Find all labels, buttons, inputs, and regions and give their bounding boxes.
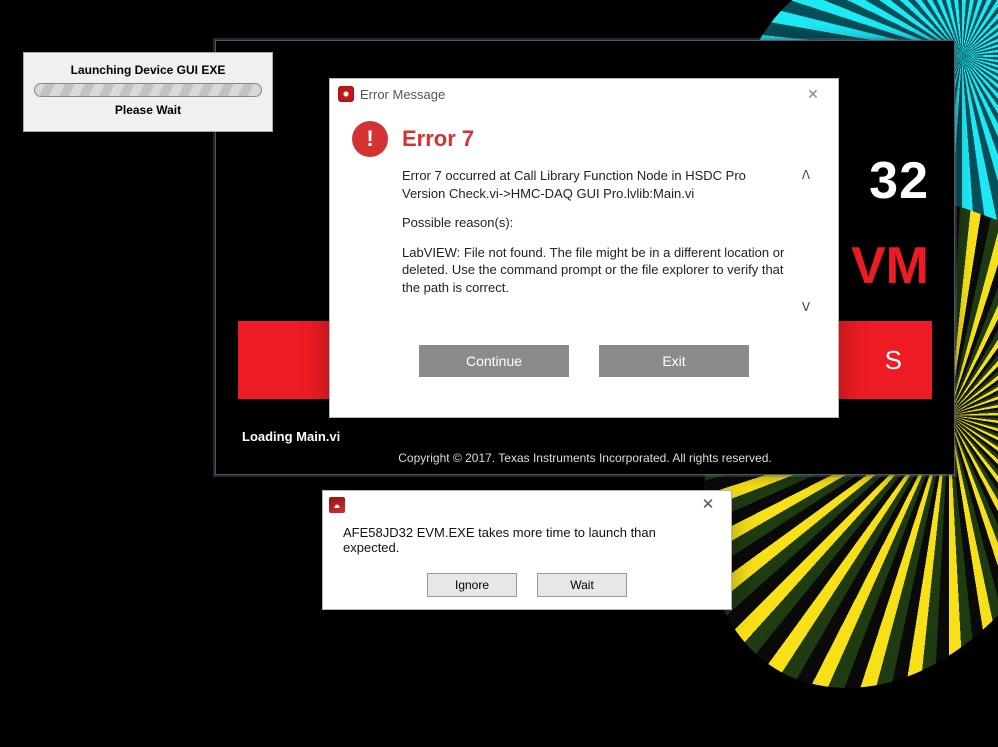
error-icon: ! [352, 121, 388, 157]
error-para-3: LabVIEW: File not found. The file might … [402, 244, 792, 297]
loading-status: Loading Main.vi [242, 429, 340, 444]
wait-button[interactable]: Wait [537, 573, 627, 597]
error-para-2: Possible reason(s): [402, 214, 792, 232]
error-message-text: Error 7 occurred at Call Library Functio… [402, 167, 792, 315]
app-icon [329, 497, 345, 513]
scroll-down-icon[interactable]: ᐯ [798, 299, 814, 315]
banner-text-partial: S [885, 345, 902, 376]
error-para-1: Error 7 occurred at Call Library Functio… [402, 167, 792, 202]
product-title-partial: 32 [869, 151, 929, 211]
timeout-titlebar[interactable]: ✕ [323, 491, 731, 519]
close-icon[interactable]: ✕ [691, 494, 725, 516]
close-icon[interactable]: ✕ [796, 83, 830, 105]
launching-title: Launching Device GUI EXE [24, 63, 272, 77]
error-heading: Error 7 [402, 126, 474, 152]
error-dialog: Error Message ✕ ! Error 7 ᐱ Error 7 occu… [329, 78, 839, 418]
copyright-text: Copyright © 2017. Texas Instruments Inco… [216, 451, 954, 465]
labview-app-icon [338, 86, 354, 102]
timeout-dialog: ✕ AFE58JD32 EVM.EXE takes more time to l… [322, 490, 732, 610]
error-titlebar[interactable]: Error Message ✕ [330, 79, 838, 109]
timeout-message: AFE58JD32 EVM.EXE takes more time to lau… [323, 519, 731, 555]
scroll-up-icon[interactable]: ᐱ [798, 167, 814, 183]
product-subtitle-partial: VM [851, 236, 929, 296]
error-window-title: Error Message [360, 87, 445, 102]
launching-box: Launching Device GUI EXE Please Wait [23, 52, 273, 132]
exit-button[interactable]: Exit [599, 345, 749, 377]
continue-button[interactable]: Continue [419, 345, 569, 377]
ignore-button[interactable]: Ignore [427, 573, 517, 597]
launching-subtitle: Please Wait [24, 103, 272, 117]
progress-bar [34, 83, 262, 97]
